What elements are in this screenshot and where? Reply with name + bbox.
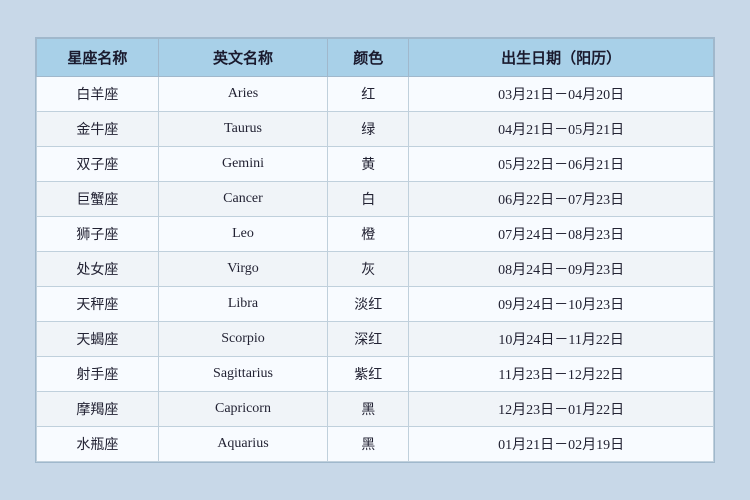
cell-en-name: Libra — [158, 287, 327, 322]
cell-zh-name: 摩羯座 — [37, 392, 159, 427]
cell-date: 08月24日－09月23日 — [409, 252, 714, 287]
table-row: 天蝎座Scorpio深红10月24日－11月22日 — [37, 322, 714, 357]
cell-zh-name: 双子座 — [37, 147, 159, 182]
cell-en-name: Cancer — [158, 182, 327, 217]
table-row: 狮子座Leo橙07月24日－08月23日 — [37, 217, 714, 252]
table-row: 摩羯座Capricorn黑12月23日－01月22日 — [37, 392, 714, 427]
header-zh-name: 星座名称 — [37, 39, 159, 77]
cell-date: 11月23日－12月22日 — [409, 357, 714, 392]
cell-color: 紫红 — [328, 357, 409, 392]
cell-zh-name: 天蝎座 — [37, 322, 159, 357]
cell-zh-name: 水瓶座 — [37, 427, 159, 462]
cell-date: 03月21日－04月20日 — [409, 77, 714, 112]
cell-en-name: Sagittarius — [158, 357, 327, 392]
cell-color: 黑 — [328, 427, 409, 462]
header-color: 颜色 — [328, 39, 409, 77]
table-body: 白羊座Aries红03月21日－04月20日金牛座Taurus绿04月21日－0… — [37, 77, 714, 462]
table-row: 白羊座Aries红03月21日－04月20日 — [37, 77, 714, 112]
cell-color: 淡红 — [328, 287, 409, 322]
cell-color: 灰 — [328, 252, 409, 287]
zodiac-table-container: 星座名称 英文名称 颜色 出生日期（阳历） 白羊座Aries红03月21日－04… — [35, 37, 715, 463]
cell-en-name: Capricorn — [158, 392, 327, 427]
cell-en-name: Aquarius — [158, 427, 327, 462]
cell-zh-name: 巨蟹座 — [37, 182, 159, 217]
cell-date: 10月24日－11月22日 — [409, 322, 714, 357]
cell-date: 05月22日－06月21日 — [409, 147, 714, 182]
cell-zh-name: 狮子座 — [37, 217, 159, 252]
cell-zh-name: 射手座 — [37, 357, 159, 392]
table-row: 巨蟹座Cancer白06月22日－07月23日 — [37, 182, 714, 217]
cell-color: 橙 — [328, 217, 409, 252]
table-row: 金牛座Taurus绿04月21日－05月21日 — [37, 112, 714, 147]
cell-color: 黑 — [328, 392, 409, 427]
header-date: 出生日期（阳历） — [409, 39, 714, 77]
table-row: 射手座Sagittarius紫红11月23日－12月22日 — [37, 357, 714, 392]
table-row: 天秤座Libra淡红09月24日－10月23日 — [37, 287, 714, 322]
cell-date: 12月23日－01月22日 — [409, 392, 714, 427]
cell-date: 07月24日－08月23日 — [409, 217, 714, 252]
cell-date: 01月21日－02月19日 — [409, 427, 714, 462]
cell-en-name: Taurus — [158, 112, 327, 147]
cell-en-name: Aries — [158, 77, 327, 112]
cell-date: 06月22日－07月23日 — [409, 182, 714, 217]
cell-en-name: Leo — [158, 217, 327, 252]
table-row: 水瓶座Aquarius黑01月21日－02月19日 — [37, 427, 714, 462]
cell-en-name: Scorpio — [158, 322, 327, 357]
cell-color: 黄 — [328, 147, 409, 182]
cell-color: 红 — [328, 77, 409, 112]
cell-zh-name: 天秤座 — [37, 287, 159, 322]
table-header-row: 星座名称 英文名称 颜色 出生日期（阳历） — [37, 39, 714, 77]
cell-color: 白 — [328, 182, 409, 217]
cell-color: 深红 — [328, 322, 409, 357]
cell-zh-name: 处女座 — [37, 252, 159, 287]
header-en-name: 英文名称 — [158, 39, 327, 77]
table-row: 双子座Gemini黄05月22日－06月21日 — [37, 147, 714, 182]
cell-en-name: Gemini — [158, 147, 327, 182]
cell-zh-name: 金牛座 — [37, 112, 159, 147]
table-row: 处女座Virgo灰08月24日－09月23日 — [37, 252, 714, 287]
cell-date: 04月21日－05月21日 — [409, 112, 714, 147]
cell-date: 09月24日－10月23日 — [409, 287, 714, 322]
cell-color: 绿 — [328, 112, 409, 147]
zodiac-table: 星座名称 英文名称 颜色 出生日期（阳历） 白羊座Aries红03月21日－04… — [36, 38, 714, 462]
cell-en-name: Virgo — [158, 252, 327, 287]
cell-zh-name: 白羊座 — [37, 77, 159, 112]
